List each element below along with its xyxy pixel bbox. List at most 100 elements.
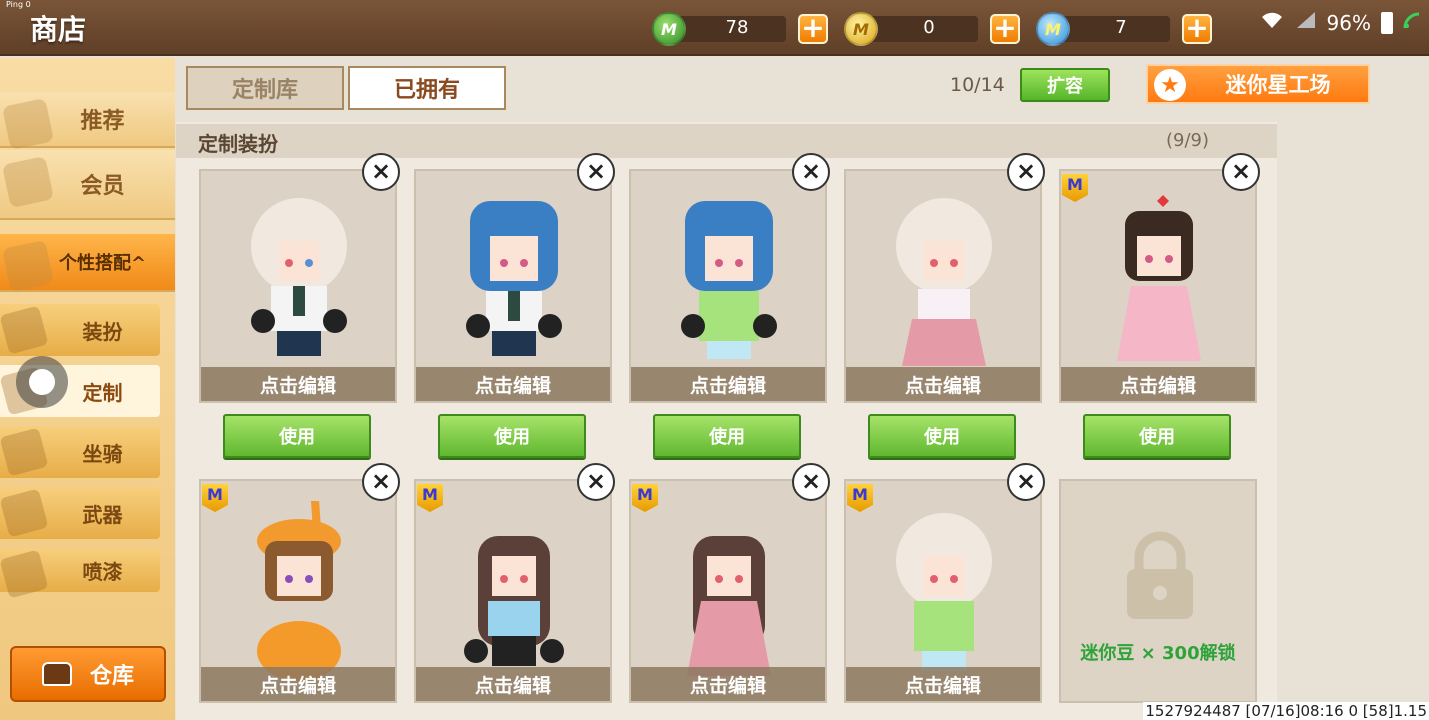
sidebar-sub-weapon[interactable]: 武器 — [0, 487, 160, 539]
network-activity-icon — [1403, 12, 1421, 34]
sidebar-sub-label: 装扮 — [82, 319, 123, 344]
gun-icon — [0, 488, 49, 538]
currency-amount: 78 — [725, 17, 749, 38]
avatar-image — [257, 501, 341, 681]
recommend-icon — [1, 97, 55, 151]
edit-label: 点击编辑 — [416, 667, 610, 701]
use-card-2-button[interactable]: 使用 — [438, 414, 586, 458]
edit-label: 点击编辑 — [631, 367, 825, 401]
unlock-suffix: 解锁 — [1199, 643, 1236, 664]
edit-label: 点击编辑 — [201, 367, 395, 401]
currency-blue: M 7 + — [1036, 12, 1212, 46]
mini-star-workshop-button[interactable]: ★ 迷你星工场 — [1146, 64, 1370, 104]
floating-assist-button[interactable] — [16, 356, 68, 408]
add-blue-coin-button[interactable]: + — [1182, 14, 1212, 44]
add-green-coin-button[interactable]: + — [798, 14, 828, 44]
lock-icon — [1127, 531, 1193, 619]
edit-label: 点击编辑 — [1061, 367, 1255, 401]
outfit-card-3[interactable]: 点击编辑 — [629, 169, 827, 403]
remove-card-2-button[interactable]: × — [577, 153, 615, 191]
expand-capacity-button[interactable]: 扩容 — [1020, 68, 1110, 102]
currency-amount: 7 — [1115, 17, 1127, 38]
outfit-card-4[interactable]: 点击编辑 — [844, 169, 1042, 403]
unlock-amount: × 300 — [1140, 643, 1200, 664]
avatar-image — [896, 513, 992, 671]
mini-star-label: 迷你星工场 — [1225, 73, 1331, 97]
outfit-card-7[interactable]: 点击编辑 — [414, 479, 612, 703]
sidebar-sub-outfit[interactable]: 装扮 — [0, 304, 160, 356]
green-coin-icon: M — [652, 12, 686, 46]
tab-owned[interactable]: 已拥有 — [348, 66, 506, 110]
warehouse-label: 仓库 — [89, 664, 134, 689]
use-card-1-button[interactable]: 使用 — [223, 414, 371, 458]
use-card-3-button[interactable]: 使用 — [653, 414, 801, 458]
avatar-image — [251, 198, 347, 356]
outfit-card-1[interactable]: 点击编辑 — [199, 169, 397, 403]
sidebar-item-personal-style[interactable]: 个性搭配^ — [0, 234, 175, 293]
star-icon: ★ — [1154, 69, 1186, 101]
sidebar-sub-label: 喷漆 — [82, 559, 123, 584]
sidebar-item-label: 会员 — [80, 174, 125, 199]
tab-custom-library[interactable]: 定制库 — [186, 66, 344, 110]
top-bar: Ping 0 商店 M 78 + M 0 + M 7 + 96% — [0, 0, 1429, 56]
panel-title: 定制装扮 — [198, 132, 278, 156]
unlock-currency-label: 迷你豆 — [1080, 643, 1135, 664]
page-title: 商店 — [30, 13, 87, 46]
battery-percent: 96% — [1326, 10, 1371, 35]
battery-icon — [1381, 11, 1393, 34]
chest-icon — [41, 662, 72, 686]
wifi-icon — [1259, 10, 1285, 35]
avatar-image — [464, 536, 564, 666]
ping-text: Ping 0 — [6, 0, 31, 9]
panel-count: (9/9) — [1166, 130, 1210, 151]
sidebar-sub-spray[interactable]: 喷漆 — [0, 548, 160, 599]
avatar-image — [896, 198, 992, 366]
currency-green: M 78 + — [652, 12, 828, 46]
use-card-5-button[interactable]: 使用 — [1083, 414, 1231, 458]
outfit-card-6[interactable]: 点击编辑 — [199, 479, 397, 703]
footer-debug-info: 1527924487 [07/16]08:16 0 [58]1.15 — [1143, 702, 1429, 720]
remove-card-5-button[interactable]: × — [1222, 153, 1260, 191]
currency-gold: M 0 + — [844, 12, 1020, 46]
gold-coin-icon: M — [844, 12, 878, 46]
avatar-image — [681, 201, 777, 359]
outfit-card-8[interactable]: 点击编辑 — [629, 479, 827, 703]
remove-card-6-button[interactable]: × — [362, 463, 400, 501]
locked-slot[interactable]: 迷你豆 × 300解锁 — [1059, 479, 1257, 703]
sidebar-sub-label: 坐骑 — [82, 441, 123, 466]
edit-label: 点击编辑 — [201, 667, 395, 701]
remove-card-3-button[interactable]: × — [792, 153, 830, 191]
remove-card-1-button[interactable]: × — [362, 153, 400, 191]
avatar-image — [687, 536, 771, 676]
outfit-card-9[interactable]: 点击编辑 — [844, 479, 1042, 703]
cell-signal-icon — [1295, 10, 1317, 35]
outfit-card-2[interactable]: 点击编辑 — [414, 169, 612, 403]
sidebar-sub-label: 定制 — [82, 380, 123, 405]
use-card-4-button[interactable]: 使用 — [868, 414, 1016, 458]
sidebar-sub-mount[interactable]: 坐骑 — [0, 426, 160, 478]
remove-card-9-button[interactable]: × — [1007, 463, 1045, 501]
edit-label: 点击编辑 — [631, 667, 825, 701]
avatar-image — [1117, 195, 1201, 361]
sidebar-item-recommend[interactable]: 推荐 — [0, 92, 175, 151]
warehouse-button[interactable]: 仓库 — [10, 646, 166, 702]
add-gold-coin-button[interactable]: + — [990, 14, 1020, 44]
outfit-card-5[interactable]: 点击编辑 — [1059, 169, 1257, 403]
spray-icon — [0, 549, 49, 599]
remove-card-4-button[interactable]: × — [1007, 153, 1045, 191]
remove-card-8-button[interactable]: × — [792, 463, 830, 501]
mount-icon — [0, 427, 49, 477]
shirt-icon — [0, 305, 49, 355]
currency-amount: 0 — [923, 17, 935, 38]
avatar-image — [466, 201, 562, 356]
sidebar-item-label: 个性搭配^ — [58, 253, 147, 274]
edit-label: 点击编辑 — [846, 367, 1040, 401]
capacity-count: 10/14 — [950, 74, 1005, 96]
trophy-icon — [1, 239, 55, 293]
sidebar-sub-label: 武器 — [82, 502, 123, 527]
remove-card-7-button[interactable]: × — [577, 463, 615, 501]
sidebar-item-vip[interactable]: 会员 — [0, 150, 175, 220]
blue-coin-icon: M — [1036, 12, 1070, 46]
status-bar: 96% — [1259, 10, 1421, 35]
panel-header — [176, 124, 1277, 158]
